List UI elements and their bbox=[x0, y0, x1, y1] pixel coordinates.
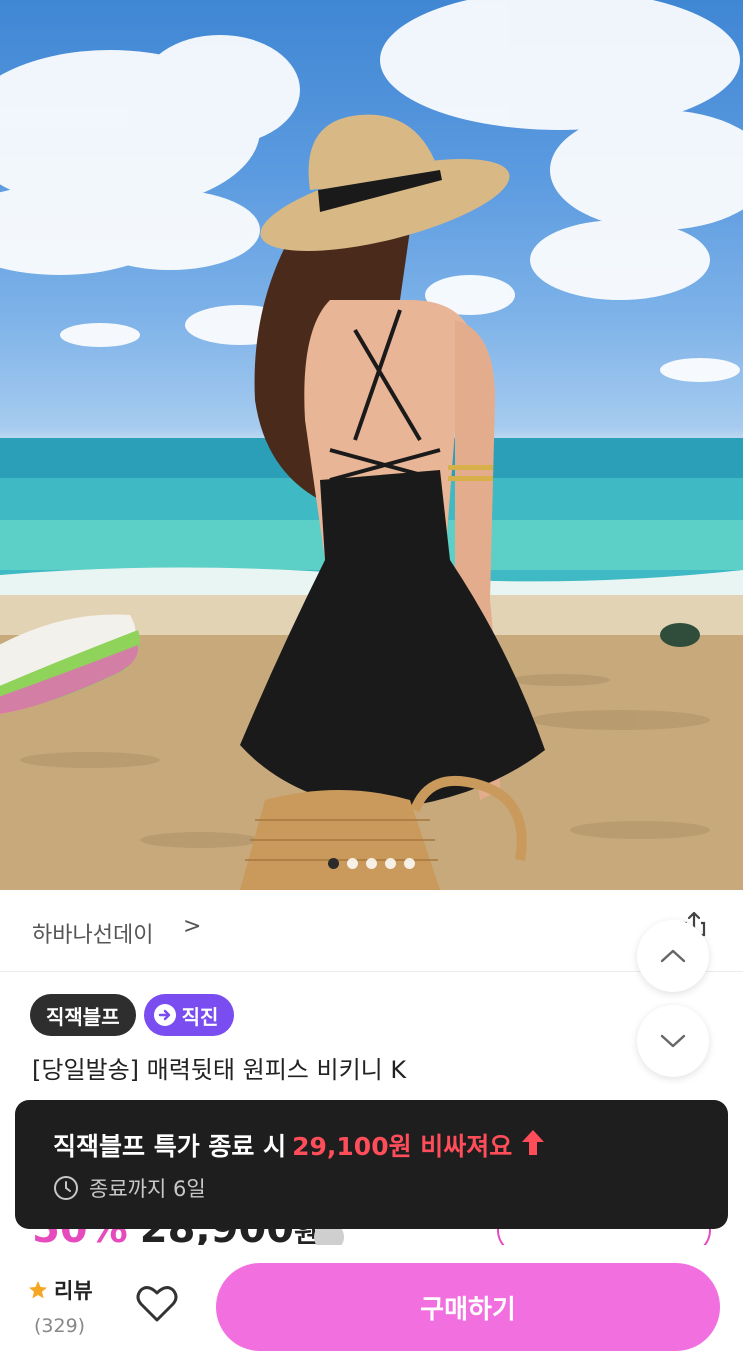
carousel-dot[interactable] bbox=[366, 858, 377, 869]
store-name[interactable]: 하바나선데이 bbox=[32, 917, 153, 949]
event-badge: 직잭블프 bbox=[30, 994, 136, 1036]
toast-message: 직잭블프 특가 종료 시 29,100원 비싸져요 bbox=[53, 1127, 546, 1163]
remaining-text: 종료까지 6일 bbox=[89, 1177, 206, 1201]
price-alert-toast: 직잭블프 특가 종료 시 29,100원 비싸져요 종료까지 6일 bbox=[15, 1100, 728, 1229]
arrow-up-icon bbox=[520, 1128, 546, 1162]
toast-highlight: 29,100원 비싸져요 bbox=[292, 1132, 513, 1161]
carousel-dot[interactable] bbox=[328, 858, 339, 869]
carousel-dot[interactable] bbox=[404, 858, 415, 869]
direct-badge: 직진 bbox=[143, 994, 235, 1036]
arrow-right-circle-icon bbox=[153, 1004, 176, 1026]
chevron-right-icon: > bbox=[183, 914, 202, 939]
toast-prefix: 직잭블프 특가 종료 시 bbox=[53, 1132, 287, 1161]
store-row[interactable]: 하바나선데이 > bbox=[0, 890, 743, 972]
chevron-up-icon bbox=[660, 949, 686, 963]
toast-remaining: 종료까지 6일 bbox=[53, 1173, 206, 1203]
review-summary[interactable]: 리뷰 (329) bbox=[28, 1275, 93, 1337]
carousel-indicator bbox=[0, 858, 743, 869]
bottom-action-bar: 리뷰 (329) 구매하기 bbox=[0, 1245, 743, 1370]
badge-row: 직잭블프 직진 bbox=[30, 994, 235, 1036]
clock-icon bbox=[54, 1176, 78, 1200]
buy-button[interactable]: 구매하기 bbox=[216, 1263, 720, 1351]
scroll-down-button[interactable] bbox=[637, 1005, 709, 1077]
scroll-up-button[interactable] bbox=[637, 920, 709, 992]
carousel-dot[interactable] bbox=[385, 858, 396, 869]
review-count: (329) bbox=[34, 1315, 86, 1337]
direct-badge-label: 직진 bbox=[181, 1004, 219, 1029]
review-label: 리뷰 bbox=[54, 1279, 93, 1303]
product-image[interactable] bbox=[0, 0, 743, 890]
star-icon bbox=[29, 1281, 47, 1299]
beach-photo-illustration bbox=[0, 0, 743, 890]
product-title: [당일발송] 매력뒷태 원피스 비키니 K bbox=[32, 1056, 407, 1084]
carousel-dot[interactable] bbox=[347, 858, 358, 869]
chevron-down-icon bbox=[660, 1034, 686, 1048]
heart-icon[interactable] bbox=[136, 1285, 178, 1327]
